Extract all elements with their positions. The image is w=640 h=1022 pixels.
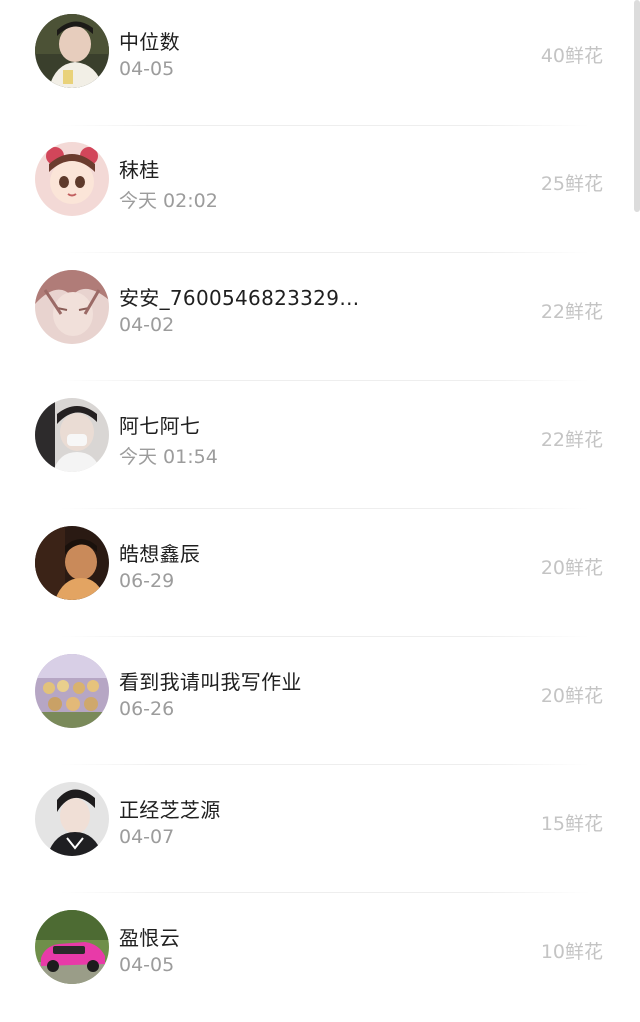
list-item[interactable]: 阿七阿七 今天 01:54 22鲜花 — [0, 382, 640, 510]
list-item[interactable]: 正经芝芝源 04-07 15鲜花 — [0, 766, 640, 894]
flower-count: 20鲜花 — [540, 557, 603, 579]
divider — [60, 636, 590, 637]
list-item[interactable]: 秣桂 今天 02:02 25鲜花 — [0, 126, 640, 254]
flower-count: 25鲜花 — [540, 173, 603, 195]
gift-date: 今天 02:02 — [119, 190, 218, 212]
divider — [60, 380, 590, 381]
avatar[interactable] — [35, 782, 109, 856]
avatar[interactable] — [35, 398, 109, 472]
user-name: 皓想鑫辰 — [119, 542, 201, 566]
flower-ranking-list: 中位数 04-05 40鲜花 秣桂 今天 02:02 25鲜花 安安_76005… — [0, 0, 640, 1022]
list-item[interactable]: 看到我请叫我写作业 06-26 20鲜花 — [0, 638, 640, 766]
scrollbar[interactable] — [634, 0, 640, 212]
user-name: 正经芝芝源 — [119, 798, 221, 822]
flower-count: 20鲜花 — [540, 685, 603, 707]
gift-date: 04-05 — [119, 954, 175, 976]
flower-count: 10鲜花 — [540, 941, 603, 963]
divider — [60, 892, 590, 893]
flower-count: 15鲜花 — [540, 813, 603, 835]
user-name: 阿七阿七 — [119, 414, 201, 438]
user-name: 安安_7600546823329… — [119, 286, 360, 310]
gift-date: 06-29 — [119, 570, 175, 592]
gift-date: 04-02 — [119, 314, 175, 336]
avatar[interactable] — [35, 270, 109, 344]
user-name: 中位数 — [119, 30, 180, 54]
list-item[interactable]: 中位数 04-05 40鲜花 — [0, 0, 640, 126]
gift-date: 今天 01:54 — [119, 446, 218, 468]
list-item[interactable]: 盈恨云 04-05 10鲜花 — [0, 894, 640, 1022]
divider — [60, 508, 590, 509]
list-item[interactable]: 皓想鑫辰 06-29 20鲜花 — [0, 510, 640, 638]
flower-count: 22鲜花 — [540, 301, 603, 323]
flower-count: 22鲜花 — [540, 429, 603, 451]
flower-count: 40鲜花 — [540, 45, 603, 67]
gift-date: 04-05 — [119, 58, 175, 80]
user-name: 看到我请叫我写作业 — [119, 670, 302, 694]
user-name: 盈恨云 — [119, 926, 180, 950]
avatar[interactable] — [35, 14, 109, 88]
avatar[interactable] — [35, 142, 109, 216]
user-name: 秣桂 — [119, 158, 160, 182]
gift-date: 06-26 — [119, 698, 175, 720]
gift-date: 04-07 — [119, 826, 175, 848]
list-item[interactable]: 安安_7600546823329… 04-02 22鲜花 — [0, 254, 640, 382]
divider — [60, 252, 590, 253]
avatar[interactable] — [35, 910, 109, 984]
avatar[interactable] — [35, 654, 109, 728]
divider — [60, 764, 590, 765]
avatar[interactable] — [35, 526, 109, 600]
